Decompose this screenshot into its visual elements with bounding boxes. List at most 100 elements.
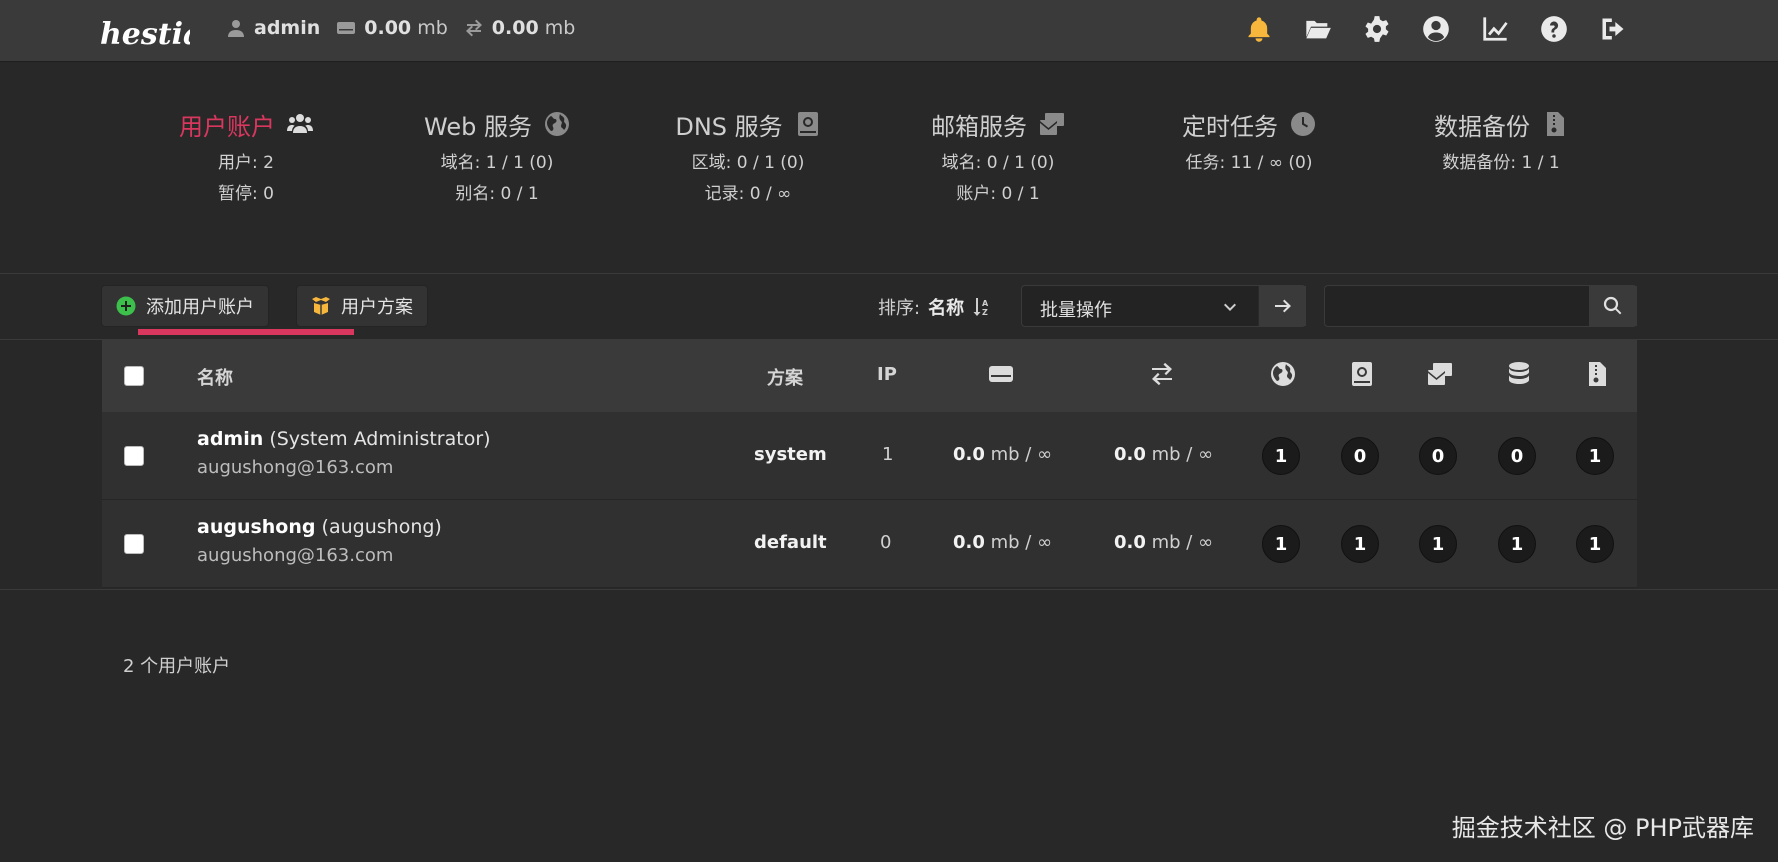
logo-text: hestia — [100, 17, 190, 52]
folder-icon — [1306, 20, 1331, 39]
header-web-domains — [1270, 361, 1296, 391]
statistics-button[interactable] — [1480, 14, 1510, 44]
disk-usage-unit: mb — [417, 17, 448, 39]
dns-book-icon — [1352, 362, 1372, 386]
user-disk-value: 0.0 — [953, 444, 985, 465]
search-button[interactable] — [1589, 286, 1637, 326]
username[interactable]: admin — [197, 428, 263, 450]
sort-control[interactable]: 排序: 名称 AZ — [878, 294, 992, 320]
tab-mail-title: 邮箱服务 — [931, 112, 1027, 141]
header-backups — [1584, 361, 1610, 391]
add-user-button[interactable]: 添加用户账户 — [101, 285, 269, 327]
logout-button[interactable] — [1598, 14, 1628, 44]
user-ip-count: 0 — [880, 532, 892, 553]
user-disk: 0.0 mb / ∞ — [953, 444, 1052, 465]
user-disk: 0.0 mb / ∞ — [953, 532, 1052, 553]
bandwidth-usage-unit: mb — [544, 17, 576, 39]
tab-mail-accounts: 账户: 0 / 1 — [956, 184, 1040, 204]
bulk-actions-select[interactable]: 批量操作 — [1021, 285, 1306, 327]
disk-icon — [989, 366, 1013, 382]
top-actions — [1244, 14, 1628, 44]
row-checkbox[interactable] — [124, 446, 144, 466]
svg-text:A: A — [982, 299, 989, 308]
header-name[interactable]: 名称 — [197, 364, 233, 390]
bandwidth-usage-value: 0.00 — [491, 17, 539, 39]
users-icon — [287, 114, 313, 133]
table-divider — [0, 589, 1778, 590]
clock-icon — [1291, 112, 1315, 136]
user-disk-quota: mb / ∞ — [990, 444, 1053, 465]
tab-dns-records: 记录: 0 / ∞ — [704, 184, 792, 204]
tab-mail[interactable]: 邮箱服务 域名: 0 / 1 (0) 账户: 0 / 1 — [878, 107, 1118, 204]
sort-value: 名称 — [928, 298, 965, 319]
row-checkbox[interactable] — [124, 534, 144, 554]
bandwidth-icon — [1152, 362, 1172, 386]
toolbar: 添加用户账户 用户方案 排序: 名称 AZ 批量操作 — [0, 274, 1778, 340]
bulk-apply-button[interactable] — [1258, 286, 1306, 326]
header-ip[interactable]: IP — [877, 364, 897, 385]
server-settings-button[interactable] — [1362, 14, 1392, 44]
user-fullname: (augushong) — [321, 516, 442, 538]
user-icon — [228, 20, 244, 37]
user-bandwidth-quota: mb / ∞ — [1151, 444, 1214, 465]
username[interactable]: augushong — [197, 516, 316, 538]
header-databases — [1506, 361, 1532, 391]
user-name[interactable]: admin (System Administrator) — [197, 428, 491, 450]
bandwidth-usage: 0.00 mb — [464, 17, 576, 39]
packages-button[interactable]: 用户方案 — [296, 285, 428, 327]
tab-user-accounts[interactable]: 用户账户 用户: 2 暂停: 0 — [126, 107, 366, 204]
current-user-name: admin — [254, 17, 321, 39]
plus-circle-icon — [116, 296, 136, 316]
tab-user-accounts-suspended: 暂停: 0 — [218, 184, 274, 204]
bandwidth-icon — [465, 19, 482, 37]
chevron-down-icon — [1224, 303, 1236, 311]
logout-icon — [1602, 18, 1624, 40]
tab-mail-domains: 域名: 0 / 1 (0) — [941, 153, 1055, 173]
user-circle-icon — [1423, 16, 1449, 42]
user-count: 2 个用户账户 — [123, 656, 231, 677]
database-icon — [1509, 362, 1529, 384]
tab-cron[interactable]: 定时任务 任务: 11 / ∞ (0) — [1129, 107, 1369, 173]
tab-dns[interactable]: DNS 服务 区域: 0 / 1 (0) 记录: 0 / ∞ — [628, 107, 868, 204]
user-disk-quota: mb / ∞ — [990, 532, 1053, 553]
user-profile-button[interactable] — [1421, 14, 1451, 44]
bulk-actions-label: 批量操作 — [1040, 300, 1112, 321]
user-name[interactable]: augushong (augushong) — [197, 516, 442, 538]
tab-web[interactable]: Web 服务 域名: 1 / 1 (0) 别名: 0 / 1 — [377, 107, 617, 204]
top-bar: hestia admin 0.00 mb 0.00 mb — [0, 0, 1778, 62]
file-manager-button[interactable] — [1303, 14, 1333, 44]
current-user[interactable]: admin — [226, 17, 320, 39]
hestia-logo[interactable]: hestia — [100, 8, 190, 54]
tab-backups[interactable]: 数据备份 数据备份: 1 / 1 — [1381, 107, 1621, 173]
user-email: augushong@163.com — [197, 545, 394, 566]
user-bandwidth: 0.0 mb / ∞ — [1114, 532, 1213, 553]
table-row[interactable]: augushong (augushong) augushong@163.com … — [102, 500, 1637, 588]
watermark: 掘金技术社区 @ PHP武器库 — [1451, 814, 1754, 842]
user-ip-count: 1 — [882, 444, 894, 465]
table-header: 名称 方案 IP — [102, 340, 1637, 412]
dns-zones-count: 1 — [1341, 525, 1379, 563]
user-plan: default — [754, 532, 827, 553]
header-dns-zones — [1349, 361, 1375, 391]
notifications-button[interactable] — [1244, 14, 1274, 44]
mail-icon — [1040, 113, 1064, 135]
tab-web-title: Web 服务 — [424, 112, 532, 141]
backup-file-icon — [1589, 362, 1606, 386]
databases-count: 0 — [1498, 437, 1536, 475]
table-row[interactable]: admin (System Administrator) augushong@1… — [102, 412, 1637, 500]
chart-icon — [1483, 17, 1508, 41]
search-box — [1324, 285, 1637, 327]
mail-domains-count: 0 — [1419, 437, 1457, 475]
tab-backups-title: 数据备份 — [1434, 112, 1530, 141]
header-plan[interactable]: 方案 — [767, 364, 803, 390]
tab-dns-zones: 区域: 0 / 1 (0) — [691, 153, 805, 173]
user-fullname: (System Administrator) — [269, 428, 491, 450]
search-input[interactable] — [1325, 286, 1589, 326]
dns-book-icon — [797, 112, 818, 136]
disk-usage: 0.00 mb — [336, 17, 448, 39]
tab-web-domains: 域名: 1 / 1 (0) — [440, 153, 554, 173]
top-stats: admin 0.00 mb 0.00 mb — [226, 17, 575, 39]
help-button[interactable] — [1539, 14, 1569, 44]
bell-icon — [1248, 17, 1270, 42]
select-all-checkbox[interactable] — [124, 366, 144, 386]
